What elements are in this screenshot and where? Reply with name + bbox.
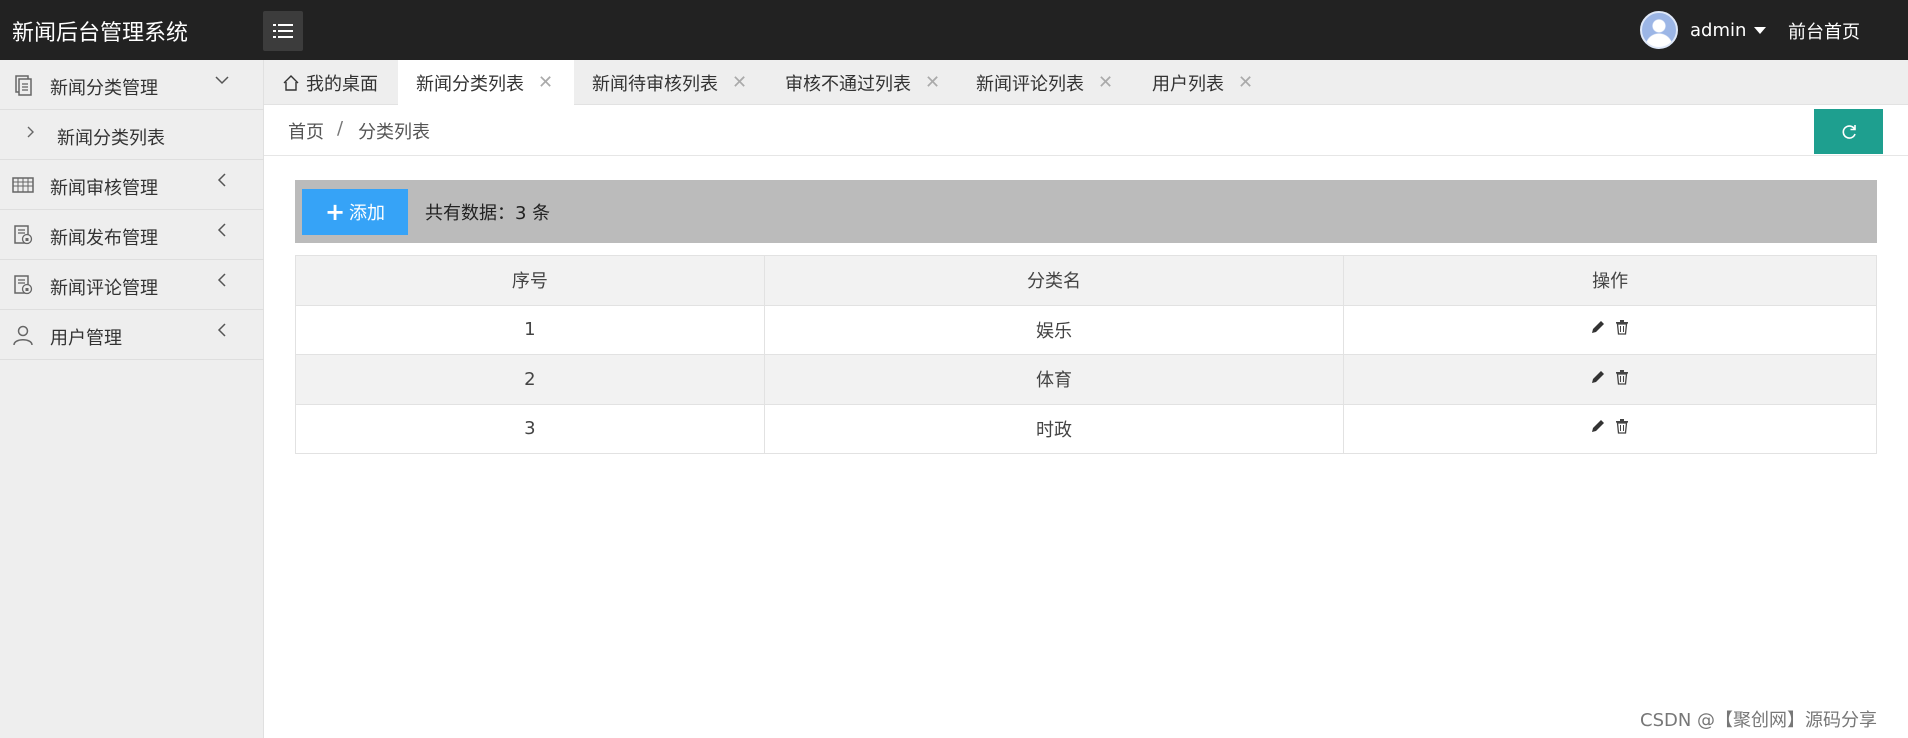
close-icon[interactable]: ✕ — [732, 72, 747, 93]
edit-pencil-icon[interactable] — [1590, 418, 1606, 434]
table-row: 1 娱乐 — [295, 304, 1877, 355]
document-icon — [15, 75, 32, 96]
grid-list-icon — [12, 177, 34, 193]
close-icon[interactable]: ✕ — [538, 72, 553, 93]
user-menu[interactable]: admin — [1640, 11, 1767, 49]
sidebar-item-label: 新闻分类管理 — [50, 78, 158, 99]
sidebar-item-label: 新闻评论管理 — [50, 278, 158, 299]
tab-label: 用户列表 — [1152, 73, 1224, 95]
chevron-left-icon — [214, 172, 230, 193]
sidebar-item-review-management[interactable]: 新闻审核管理 — [0, 160, 264, 210]
chevron-right-icon — [26, 124, 36, 143]
user-name: admin — [1690, 19, 1747, 41]
record-count: 共有数据：3 条 — [425, 203, 551, 224]
edit-pencil-icon[interactable] — [1590, 319, 1606, 335]
cell-seq: 1 — [295, 304, 765, 355]
trash-icon[interactable] — [1614, 369, 1630, 385]
table-row: 2 体育 — [295, 354, 1877, 405]
refresh-button[interactable] — [1814, 109, 1883, 154]
close-icon[interactable]: ✕ — [925, 72, 940, 93]
sidebar: 新闻分类管理 新闻分类列表 新闻审核管理 新闻发布管理 新闻评论管理 用户管理 — [0, 60, 264, 738]
sidebar-item-category-management[interactable]: 新闻分类管理 — [0, 60, 264, 110]
menu-toggle-button[interactable] — [263, 11, 303, 51]
breadcrumb-home[interactable]: 首页 — [288, 118, 324, 144]
breadcrumb-separator: / — [337, 118, 344, 139]
front-home-link[interactable]: 前台首页 — [1788, 18, 1860, 44]
tab-label: 我的桌面 — [306, 73, 378, 95]
refresh-icon — [1842, 124, 1856, 139]
cell-actions — [1343, 403, 1877, 454]
cell-name: 体育 — [763, 354, 1345, 405]
sidebar-subitem-label: 新闻分类列表 — [57, 128, 165, 149]
cell-seq: 2 — [295, 354, 765, 405]
sidebar-item-label: 新闻审核管理 — [50, 178, 158, 199]
chevron-left-icon — [214, 322, 230, 343]
column-header-actions: 操作 — [1343, 255, 1877, 306]
document-lock-icon — [14, 275, 33, 295]
breadcrumb-current: 分类列表 — [358, 122, 430, 143]
cell-seq: 3 — [295, 403, 765, 454]
cell-name: 时政 — [763, 403, 1345, 454]
plus-icon: + — [324, 198, 346, 226]
column-header-seq: 序号 — [295, 255, 765, 306]
trash-icon[interactable] — [1614, 418, 1630, 434]
top-navbar: 新闻后台管理系统 admin 前台首页 — [0, 0, 1908, 60]
list-menu-icon — [273, 24, 293, 38]
trash-icon[interactable] — [1614, 319, 1630, 335]
watermark: CSDN @【聚创网】源码分享 — [1640, 710, 1878, 731]
table-toolbar: + 添加 共有数据：3 条 — [295, 180, 1877, 243]
tab-bar: 我的桌面 新闻分类列表 ✕ 新闻待审核列表 ✕ 审核不通过列表 ✕ 新闻评论列表… — [264, 60, 1908, 105]
chevron-down-icon — [214, 72, 230, 93]
tab-category-list[interactable]: 新闻分类列表 ✕ — [398, 60, 574, 105]
sidebar-subitem-category-list[interactable]: 新闻分类列表 — [0, 110, 264, 160]
close-icon[interactable]: ✕ — [1238, 72, 1253, 93]
tab-comment-list[interactable]: 新闻评论列表 ✕ — [976, 60, 1113, 105]
home-icon — [283, 74, 299, 91]
tab-rejected-list[interactable]: 审核不通过列表 ✕ — [785, 60, 940, 105]
tab-pending-review-list[interactable]: 新闻待审核列表 ✕ — [592, 60, 747, 105]
category-table: 序号 分类名 操作 1 娱乐 2 体育 3 时政 — [295, 255, 1877, 454]
cell-actions — [1343, 304, 1877, 355]
tab-label: 审核不通过列表 — [785, 73, 911, 95]
cell-actions — [1343, 354, 1877, 405]
add-button[interactable]: + 添加 — [302, 189, 408, 235]
tab-label: 新闻待审核列表 — [592, 73, 718, 95]
sidebar-item-user-management[interactable]: 用户管理 — [0, 310, 264, 360]
sidebar-item-publish-management[interactable]: 新闻发布管理 — [0, 210, 264, 260]
table-header-row: 序号 分类名 操作 — [295, 255, 1877, 306]
column-header-name: 分类名 — [763, 255, 1345, 306]
chevron-left-icon — [214, 222, 230, 243]
avatar — [1640, 11, 1678, 49]
sidebar-item-label: 用户管理 — [50, 328, 122, 349]
tab-user-list[interactable]: 用户列表 ✕ — [1152, 60, 1253, 105]
tab-desktop[interactable]: 我的桌面 — [282, 60, 378, 105]
caret-down-icon — [1754, 26, 1767, 34]
cell-name: 娱乐 — [763, 304, 1345, 355]
chevron-left-icon — [214, 272, 230, 293]
sidebar-item-label: 新闻发布管理 — [50, 228, 158, 249]
sidebar-item-comment-management[interactable]: 新闻评论管理 — [0, 260, 264, 310]
document-lock-icon — [14, 225, 33, 245]
table-row: 3 时政 — [295, 403, 1877, 454]
user-icon — [13, 325, 33, 346]
close-icon[interactable]: ✕ — [1098, 72, 1113, 93]
app-title: 新闻后台管理系统 — [12, 21, 189, 46]
add-button-label: 添加 — [349, 203, 386, 224]
breadcrumb: 首页 / 分类列表 — [264, 106, 1908, 156]
tab-label: 新闻评论列表 — [976, 73, 1084, 95]
tab-label: 新闻分类列表 — [416, 73, 524, 95]
edit-pencil-icon[interactable] — [1590, 369, 1606, 385]
